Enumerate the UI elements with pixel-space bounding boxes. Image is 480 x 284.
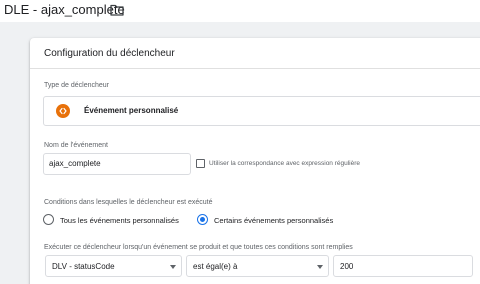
divider — [30, 68, 480, 69]
condition-value-input[interactable]: 200 — [333, 255, 473, 277]
radio-some-events[interactable] — [197, 214, 208, 225]
radio-all-events-label[interactable]: Tous les événements personnalisés — [60, 216, 179, 225]
conditions-label: Conditions dans lesquelles le déclencheu… — [44, 199, 213, 206]
variable-select-value: DLV - statusCode — [52, 262, 115, 271]
event-name-label: Nom de l'événement — [44, 142, 108, 149]
chevron-down-icon — [317, 265, 323, 269]
top-bar: DLE - ajax_complete — [0, 0, 480, 22]
event-name-input[interactable]: ajax_complete — [43, 153, 191, 175]
variable-select[interactable]: DLV - statusCode — [45, 255, 182, 277]
trigger-type-selector[interactable]: Événement personnalisé — [43, 96, 480, 126]
regex-checkbox[interactable] — [196, 159, 205, 168]
card-title: Configuration du déclencheur — [44, 48, 175, 59]
trigger-type-name: Événement personnalisé — [84, 106, 179, 115]
operator-select-value: est égal(e) à — [193, 262, 238, 271]
radio-all-events[interactable] — [43, 214, 54, 225]
chevron-down-icon — [170, 265, 176, 269]
trigger-configuration-card: Configuration du déclencheur Type de déc… — [30, 38, 480, 284]
operator-select[interactable]: est égal(e) à — [186, 255, 329, 277]
radio-some-events-label[interactable]: Certains événements personnalisés — [214, 216, 333, 225]
filter-conditions-label: Exécuter ce déclencheur lorsqu'un événem… — [44, 244, 353, 251]
trigger-title[interactable]: DLE - ajax_complete — [4, 2, 125, 17]
folder-icon[interactable] — [110, 3, 124, 16]
custom-event-icon — [56, 104, 70, 118]
trigger-type-label: Type de déclencheur — [44, 82, 109, 89]
regex-label[interactable]: Utiliser la correspondance avec expressi… — [209, 160, 360, 167]
